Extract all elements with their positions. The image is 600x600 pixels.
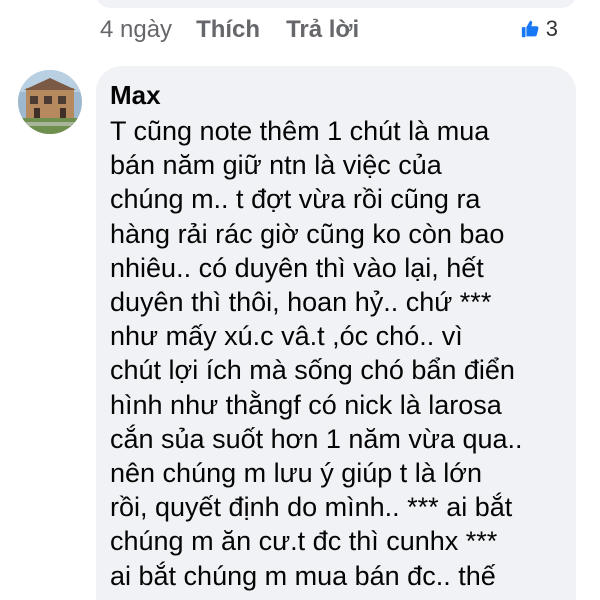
- comment-line: hàng rải rác giờ cũng ko còn bao: [110, 218, 505, 249]
- house-photo-image: [18, 70, 82, 134]
- avatar[interactable]: [18, 70, 82, 134]
- comment-line: nhiêu.. có duyên thì vào lại, hết: [110, 252, 484, 283]
- comment-line: duyên thì thôi, hoan hỷ.. chứ ***: [110, 287, 492, 318]
- comment-timestamp[interactable]: 4 ngày: [100, 16, 172, 44]
- comment-line: bán năm giữ ntn là việc của: [110, 150, 442, 181]
- comment-line: chúng m.. t đợt vừa rồi cũng ra: [110, 184, 481, 215]
- previous-comment-bubble: [96, 0, 576, 8]
- comment-line: chúng m ăn cư.t đc thì cunhx ***: [110, 526, 498, 557]
- comment-line: ai bắt chúng m mua bán đc.. thế: [110, 560, 496, 591]
- comment-author[interactable]: Max: [110, 80, 161, 111]
- comment-line: nên chúng m lưu ý giúp t là lớn: [110, 458, 482, 489]
- comment-line: cắn sủa suốt hơn 1 năm vừa qua..: [110, 423, 523, 454]
- comment-line: rồi, quyết định do mình.. *** ai bắt: [110, 492, 513, 523]
- comment-body: T cũng note thêm 1 chút là mua bán năm g…: [110, 114, 560, 593]
- comment-line: hình như thằngf có nick là larosa: [110, 389, 502, 420]
- comment-line: như mấy xú.c vâ.t ,óc chó.. vì: [110, 321, 463, 352]
- comment-thread: 4 ngày Thích Trả lời 3 Max T cũng note t…: [0, 0, 600, 600]
- reply-button[interactable]: Trả lời: [286, 16, 359, 44]
- thumbs-up-icon: [521, 20, 539, 38]
- comment-line: T cũng note thêm 1 chút là mua: [110, 116, 490, 146]
- reaction-summary[interactable]: 3: [520, 16, 558, 42]
- reaction-count: 3: [545, 16, 558, 41]
- like-button[interactable]: Thích: [196, 16, 260, 44]
- comment-line: chút lợi ích mà sống chó bẩn điển: [110, 355, 515, 386]
